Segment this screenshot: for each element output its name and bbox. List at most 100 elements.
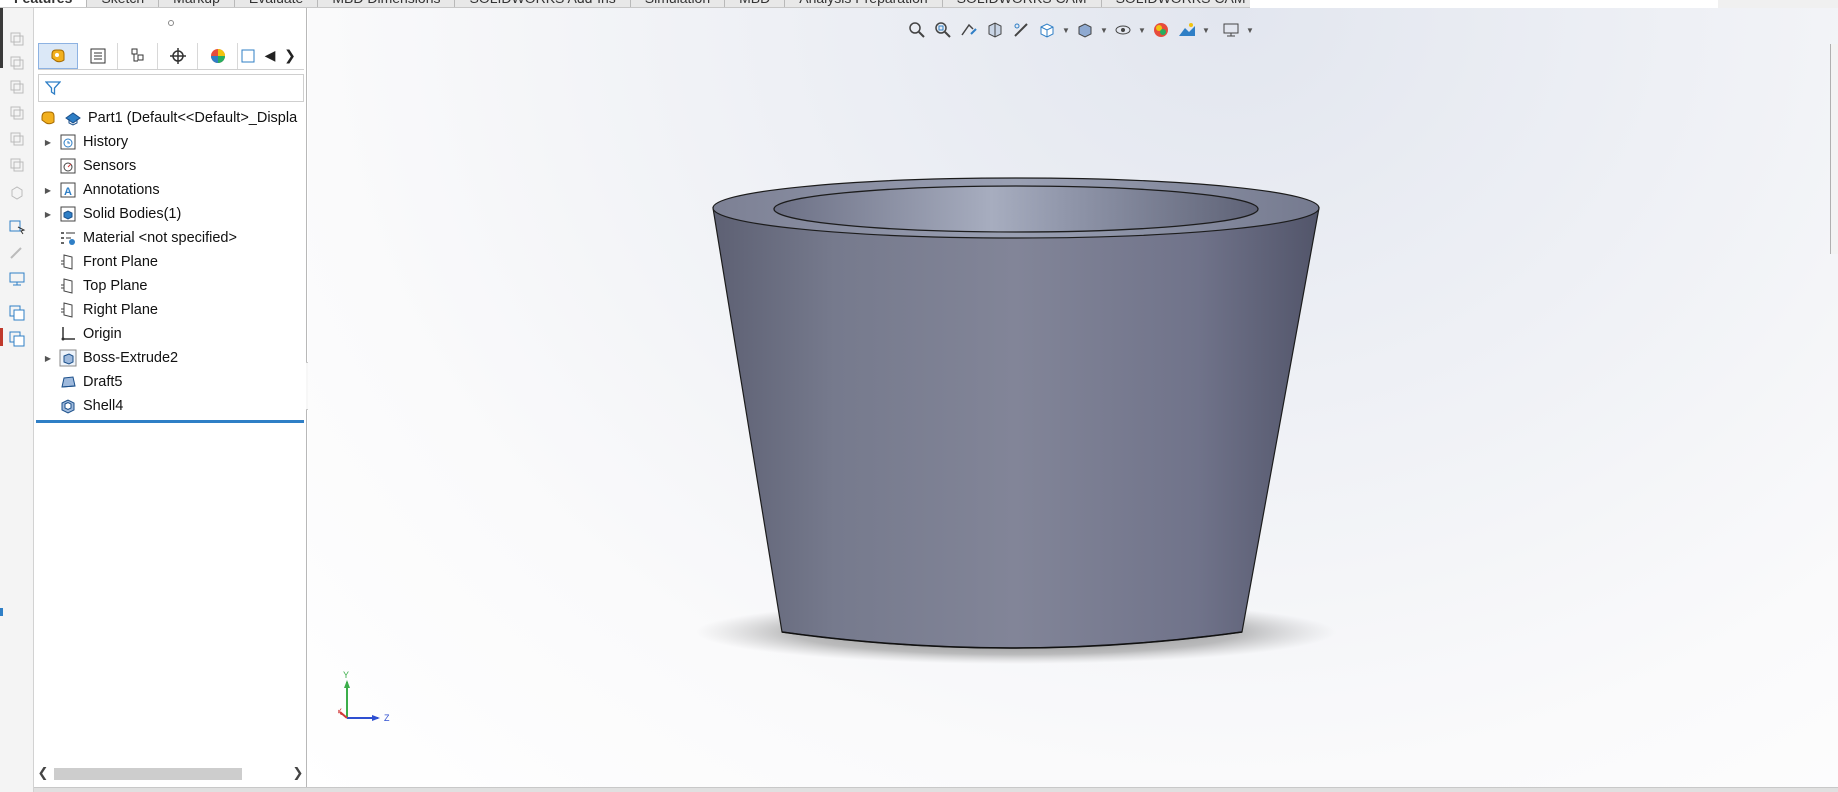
tree-item-shell4[interactable]: Shell4 <box>36 394 307 418</box>
dimxpert-tab-icon[interactable] <box>158 42 198 69</box>
copy-icon[interactable] <box>8 156 26 174</box>
plane-icon <box>58 300 78 320</box>
tree-item-label: Part1 (Default<<Default>_Displa <box>88 110 298 126</box>
left-toolbar <box>0 8 34 792</box>
command-tab-simulation[interactable]: Simulation <box>631 0 726 7</box>
command-tab-mbd[interactable]: MBD <box>725 0 786 7</box>
command-tab-solidworks-cam[interactable]: SOLIDWORKS CAM <box>943 0 1102 7</box>
command-tab-solidworks-cam-tbm[interactable]: SOLIDWORKS CAM TBM <box>1102 0 1250 7</box>
sensors-icon <box>58 156 78 176</box>
tree-item-front-plane[interactable]: Front Plane <box>36 250 307 274</box>
tree-item-label: Solid Bodies(1) <box>83 206 182 222</box>
horizontal-scrollbar[interactable]: ❮ ❯ <box>34 763 307 783</box>
tree-item-label: Annotations <box>83 182 160 198</box>
tree-item-label: Material <not specified> <box>83 230 237 246</box>
copy-icon[interactable] <box>8 30 26 48</box>
tree-item-draft5[interactable]: Draft5 <box>36 370 307 394</box>
feature-copy-icon[interactable] <box>8 304 26 322</box>
command-tab-sketch[interactable]: Sketch <box>87 0 160 7</box>
tree-item-sensors[interactable]: Sensors <box>36 154 307 178</box>
tree-item-label: Front Plane <box>83 254 158 270</box>
expand-spacer <box>42 274 54 298</box>
expand-spacer <box>42 394 54 418</box>
plane-icon <box>58 252 78 272</box>
display-manager-tab-icon[interactable] <box>198 42 238 69</box>
command-tab-evaluate[interactable]: Evaluate <box>235 0 319 7</box>
triad-y-label: Y <box>343 670 349 680</box>
tree-item-label: Shell4 <box>83 398 124 414</box>
command-tab-mbd-dimensions[interactable]: MBD Dimensions <box>318 0 456 7</box>
copy-icon[interactable] <box>8 78 26 96</box>
command-tab-analysis-preparation[interactable]: Analysis Preparation <box>785 0 943 7</box>
part-icon <box>63 108 83 128</box>
status-bar <box>34 787 1838 792</box>
plane-icon <box>58 276 78 296</box>
feature-filter-input[interactable] <box>38 74 304 102</box>
expand-arrow-icon[interactable]: ▶ <box>42 178 54 202</box>
model-view[interactable] <box>308 8 1838 792</box>
svg-text:A: A <box>64 186 72 198</box>
expand-arrow-icon[interactable]: ▶ <box>42 346 54 370</box>
history-icon <box>58 132 78 152</box>
tree-item-label: Right Plane <box>83 302 158 318</box>
panel-grip[interactable] <box>34 18 307 28</box>
filter-icon <box>45 81 61 96</box>
cube-icon[interactable] <box>8 184 26 202</box>
tree-item-label: Boss-Extrude2 <box>83 350 179 366</box>
triad-x-label: X <box>338 707 342 717</box>
scroll-right-icon[interactable]: ❯ <box>289 765 307 781</box>
cup-body <box>712 207 1320 649</box>
expand-arrow-icon[interactable]: ▶ <box>42 130 54 154</box>
copy-icon[interactable] <box>8 130 26 148</box>
expand-spacer <box>42 154 54 178</box>
reference-triad: Y Z X <box>338 670 390 723</box>
rollback-bar[interactable] <box>36 420 304 423</box>
solid-bodies-icon <box>58 204 78 224</box>
origin-icon <box>58 324 78 344</box>
expand-spacer <box>42 370 54 394</box>
tree-item-annotations[interactable]: ▶ A Annotations <box>36 178 307 202</box>
tree-item-history[interactable]: ▶ History <box>36 130 307 154</box>
tree-item-origin[interactable]: Origin <box>36 322 307 346</box>
draft-icon <box>58 372 78 392</box>
command-tab-markup[interactable]: Markup <box>159 0 235 7</box>
scroll-track[interactable] <box>52 765 289 781</box>
tree-item-solid-bodies-1[interactable]: ▶ Solid Bodies(1) <box>36 202 307 226</box>
copy-icon[interactable] <box>8 54 26 72</box>
expand-spacer <box>42 298 54 322</box>
copy-icon[interactable] <box>8 104 26 122</box>
tree-root-part[interactable]: Part1 (Default<<Default>_Displa <box>36 106 307 130</box>
tree-item-label: Origin <box>83 326 122 342</box>
material-icon <box>58 228 78 248</box>
feature-copy-icon[interactable] <box>8 330 26 348</box>
command-tab-features[interactable]: Features <box>0 0 88 7</box>
tree-item-label: Sensors <box>83 158 137 174</box>
scroll-thumb[interactable] <box>54 768 242 780</box>
property-manager-tab-icon[interactable] <box>78 42 118 69</box>
extrude-icon <box>58 348 78 368</box>
tree-item-label: Draft5 <box>83 374 123 390</box>
tree-item-label: Top Plane <box>83 278 148 294</box>
cup-opening <box>773 185 1259 233</box>
annotations-icon: A <box>58 180 78 200</box>
tree-item-right-plane[interactable]: Right Plane <box>36 298 307 322</box>
tree-item-boss-extrude2[interactable]: ▶ Boss-Extrude2 <box>36 346 307 370</box>
window-controls <box>1718 0 1838 8</box>
expand-arrow-icon[interactable]: ▶ <box>42 202 54 226</box>
triad-z-label: Z <box>384 713 390 723</box>
tree-item-top-plane[interactable]: Top Plane <box>36 274 307 298</box>
graphics-area[interactable]: ▼ ▼ ▼ ▼ ▼ Y Z X <box>308 8 1838 792</box>
feature-manager-tab-icon[interactable] <box>38 42 78 69</box>
cam-tab-icon[interactable] <box>238 43 260 69</box>
select-icon[interactable] <box>8 218 26 236</box>
gesture-icon[interactable] <box>38 108 58 128</box>
command-tab-solidworks-add-ins[interactable]: SOLIDWORKS Add-Ins <box>455 0 631 7</box>
tree-item-material-not-specified[interactable]: Material <not specified> <box>36 226 307 250</box>
configuration-manager-tab-icon[interactable] <box>118 42 158 69</box>
tabs-scroll-right-icon[interactable]: ❯ <box>280 43 300 69</box>
tabs-scroll-left-icon[interactable]: ◀ <box>260 43 280 69</box>
expand-spacer <box>42 226 54 250</box>
edit-icon[interactable] <box>8 244 26 262</box>
scroll-left-icon[interactable]: ❮ <box>34 765 52 781</box>
monitor-icon[interactable] <box>8 270 26 288</box>
